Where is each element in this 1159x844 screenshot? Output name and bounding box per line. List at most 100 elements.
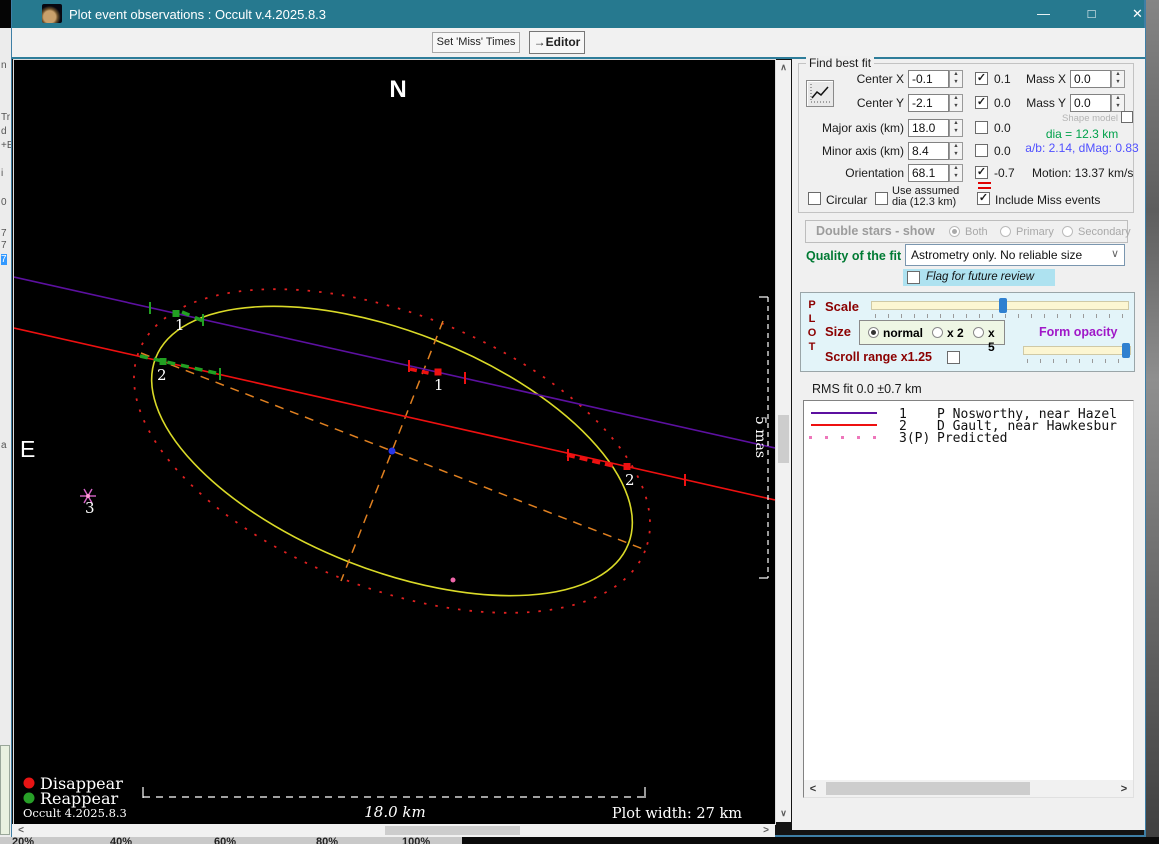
scroll-up-icon[interactable]: ∧ [776, 62, 791, 73]
scroll-range-checkbox[interactable] [947, 351, 960, 364]
maximize-button[interactable]: □ [1069, 0, 1114, 28]
scale-slider-thumb[interactable] [998, 298, 1007, 313]
scroll-down-icon[interactable]: ∨ [776, 808, 791, 819]
occult-version-label: Occult 4.2025.8.3 [23, 806, 127, 820]
minor-axis-sigma: 0.0 [994, 144, 1011, 158]
observer-row[interactable]: 2D Gault, near Hawkesbur [804, 419, 1133, 434]
mass-x-input[interactable]: 0.0 [1070, 70, 1111, 88]
background-zoom-tab: 40% [110, 837, 133, 844]
center-y-input[interactable]: -2.1 [908, 94, 949, 112]
observer-list-scrollbar[interactable]: < > [804, 780, 1133, 797]
form-opacity-label: Form opacity [1039, 325, 1118, 339]
shape-model-checkbox[interactable] [1121, 111, 1133, 123]
chord-2-line [14, 327, 775, 501]
plot-svg: N E 1 1 2 2 3 5 mas 18.0 km Plot width: 27 km Occu… [14, 76, 775, 822]
mass-y-spinner[interactable]: ▲ ▼ [1111, 94, 1125, 112]
background-text-fragment: a [1, 440, 7, 451]
chord-2-red-marker [623, 463, 631, 470]
size-label: Size [825, 324, 852, 339]
flag-review-checkbox[interactable] [907, 271, 920, 284]
background-text-fragment: 7 [1, 254, 7, 265]
minor-axis-fit-checkbox[interactable] [975, 144, 988, 157]
size-normal-label: normal [883, 326, 924, 340]
list-scroll-left-icon[interactable]: < [806, 783, 820, 795]
scroll-right-icon[interactable]: > [759, 825, 773, 836]
quality-combobox[interactable]: Astrometry only. No reliable size ∨ [905, 244, 1125, 266]
observer-list[interactable]: 1P Nosworthy, near Hazel 2 D Gault, near H… [803, 400, 1134, 798]
orientation-fit-checkbox[interactable]: ✓ [975, 166, 988, 179]
plot-horizontal-scrollbar[interactable]: < > [12, 824, 775, 837]
form-opacity-slider-ticks [1027, 359, 1129, 363]
background-window-panel [0, 745, 10, 835]
chord-2-disappear-label: 2 [625, 471, 635, 489]
center-x-fit-checkbox[interactable]: ✓ [975, 72, 988, 85]
use-assumed-dia-checkbox[interactable] [875, 192, 888, 205]
include-miss-label: Include Miss events [995, 193, 1101, 207]
plot-width-label: Plot width: 27 km [612, 806, 742, 822]
legend-reappear-dot [23, 792, 35, 804]
predicted-star-core [86, 494, 90, 498]
chord-1-red-marker [434, 368, 442, 376]
orientation-spinner[interactable]: ▲ ▼ [949, 164, 963, 182]
circular-checkbox[interactable] [808, 192, 821, 205]
size-normal-radio[interactable] [868, 327, 879, 338]
mass-x-spinner[interactable]: ▲ ▼ [1111, 70, 1125, 88]
background-text-fragment: 7 [1, 228, 7, 239]
list-scroll-right-icon[interactable]: > [1117, 783, 1131, 795]
quality-label: Quality of the fit [806, 249, 902, 263]
set-miss-times-button[interactable]: Set 'Miss' Times [432, 32, 520, 53]
major-axis-fit-checkbox[interactable] [975, 121, 988, 134]
center-x-input[interactable]: -0.1 [908, 70, 949, 88]
mas-label: 5 mas [752, 416, 768, 458]
predicted-star-label: 3 [85, 499, 95, 517]
plot-canvas[interactable]: N E 1 1 2 2 3 5 mas 18.0 km Plot width: 27 km Occu… [13, 59, 776, 825]
background-text-fragment: Tr [1, 112, 11, 123]
center-x-spinner[interactable]: ▲ ▼ [949, 70, 963, 88]
orientation-input[interactable]: 68.1 [908, 164, 949, 182]
horizontal-scroll-thumb[interactable] [385, 826, 520, 835]
include-miss-checkbox[interactable]: ✓ [977, 192, 990, 205]
scale-label: Scale [825, 299, 859, 314]
observer-row[interactable]: 3(P) Predicted [804, 431, 1133, 446]
ellipse-center-dot [388, 447, 396, 455]
plot-vertical-scrollbar[interactable]: ∧ ∨ [776, 60, 791, 822]
list-scroll-thumb[interactable] [826, 782, 1030, 795]
double-stars-title: Double stars - show [816, 224, 935, 238]
scroll-left-icon[interactable]: < [14, 825, 28, 836]
legend-disappear-dot [23, 777, 35, 789]
scale-slider[interactable] [871, 298, 1129, 313]
observer-line-sample [811, 424, 877, 427]
minimize-button[interactable]: — [1021, 0, 1066, 28]
background-text-fragment: i [1, 168, 4, 179]
major-axis-spinner[interactable]: ▲ ▼ [949, 119, 963, 137]
observer-row[interactable]: 1P Nosworthy, near Hazel [804, 407, 1133, 422]
form-opacity-slider-thumb[interactable] [1121, 343, 1130, 358]
observer-number: 3(P) [899, 431, 931, 446]
observer-name: Predicted [937, 431, 1008, 446]
chord-1-reappear-label: 1 [175, 316, 185, 334]
background-zoom-tab: 60% [214, 837, 237, 844]
title-bar[interactable]: Plot event observations : Occult v.4.202… [11, 0, 1146, 28]
mass-y-input[interactable]: 0.0 [1070, 94, 1111, 112]
chord-2-reappear-label: 2 [157, 366, 167, 384]
background-text-fragment: 0 [1, 197, 7, 208]
scale-slider-ticks [875, 314, 1127, 318]
rms-fit-readout: RMS fit 0.0 ±0.7 km [812, 382, 922, 396]
circular-label: Circular [826, 193, 868, 207]
double-stars-both-radio [949, 226, 960, 237]
minor-axis-input[interactable]: 8.4 [908, 142, 949, 160]
minor-axis-spinner[interactable]: ▲ ▼ [949, 142, 963, 160]
form-opacity-slider[interactable] [1023, 343, 1131, 358]
background-zoom-tab: 20% [12, 837, 35, 844]
vertical-scroll-thumb[interactable] [778, 415, 789, 463]
center-y-fit-checkbox[interactable]: ✓ [975, 96, 988, 109]
motion-readout: Motion: 13.37 km/s [1032, 166, 1134, 180]
observer-line-sample [811, 412, 877, 415]
center-y-spinner[interactable]: ▲ ▼ [949, 94, 963, 112]
major-axis-input[interactable]: 18.0 [908, 119, 949, 137]
close-button[interactable]: ✕ [1115, 0, 1159, 28]
editor-button[interactable]: →Editor [529, 31, 585, 54]
size-x5-radio[interactable] [973, 327, 984, 338]
size-radio-group: normal x 2 x 5 [859, 320, 1005, 354]
size-x2-radio[interactable] [932, 327, 943, 338]
